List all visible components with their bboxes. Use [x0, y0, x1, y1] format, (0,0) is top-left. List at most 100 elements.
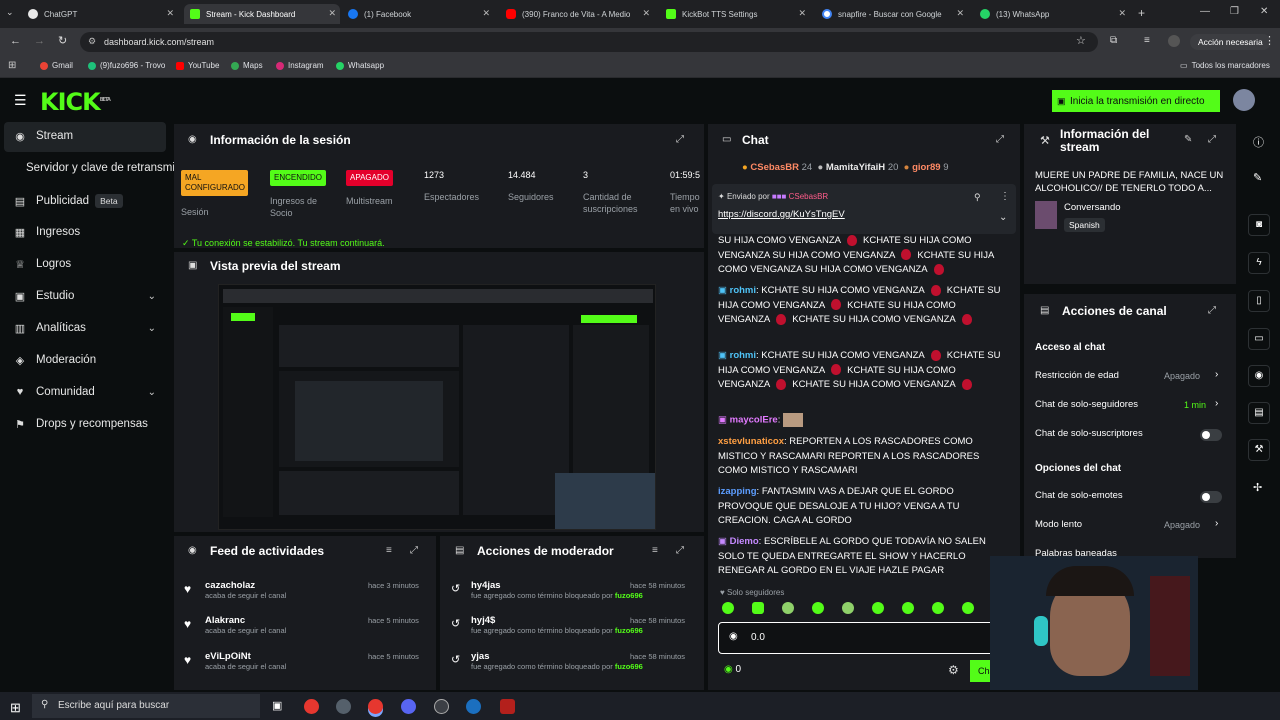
emote-icon[interactable]	[812, 602, 824, 614]
tab-kick-dashboard[interactable]: Stream - Kick Dashboard ✕	[184, 4, 340, 24]
chat-input[interactable]: ◉ 0.0	[718, 622, 994, 654]
puzzle-icon[interactable]: ✢	[1253, 481, 1262, 494]
expand-icon[interactable]: ⤢	[676, 134, 684, 145]
feed-user[interactable]: eViLpOiNt	[205, 651, 286, 662]
more-icon[interactable]: ⋮	[1000, 191, 1010, 202]
rail-wrench-icon[interactable]: ⚒	[1248, 439, 1270, 461]
obs-taskbar-icon[interactable]	[434, 699, 449, 714]
mod-user[interactable]: fuzo696	[615, 662, 643, 671]
setting-label[interactable]: Chat de solo-suscriptores	[1035, 428, 1143, 439]
feed-user[interactable]: Alakranc	[205, 615, 286, 626]
chat-username[interactable]: maycolEre	[730, 415, 778, 426]
action-needed-button[interactable]: Acción necesaria	[1190, 34, 1271, 50]
tab-kickbot[interactable]: KickBot TTS Settings ✕	[666, 4, 810, 24]
emotes-only-toggle[interactable]	[1200, 491, 1222, 503]
setting-label[interactable]: Chat de solo-seguidores	[1035, 399, 1138, 410]
tab-facebook[interactable]: (1) Facebook ✕	[348, 4, 494, 24]
close-icon[interactable]: ✕	[956, 8, 964, 19]
tab-whatsapp[interactable]: (13) WhatsApp ✕	[980, 4, 1130, 24]
setting-label[interactable]: Restricción de edad	[1035, 370, 1119, 381]
points-display[interactable]: ◉ 0	[724, 664, 741, 675]
task-view-icon[interactable]: ▣	[272, 699, 282, 712]
tab-youtube[interactable]: (390) Franco de Vita - A Medio ✕	[506, 4, 654, 24]
mod-user[interactable]: fuzo696	[615, 626, 643, 635]
emote-icon[interactable]	[722, 602, 734, 614]
tab-search-icon[interactable]: ⌄	[6, 7, 14, 18]
chrome-active-taskbar-icon[interactable]	[368, 699, 383, 714]
edit-icon[interactable]: ✎	[1184, 134, 1192, 145]
setting-label[interactable]: Chat de solo-emotes	[1035, 490, 1123, 501]
expand-icon[interactable]: ⤢	[1208, 134, 1216, 145]
rail-layers-icon[interactable]: ▤	[1248, 402, 1270, 424]
settings-gear-icon[interactable]: ⚙	[948, 663, 959, 677]
maximize-button[interactable]: ❐	[1230, 6, 1239, 17]
mod-user[interactable]: fuzo696	[615, 591, 643, 600]
pinned-link[interactable]: https://discord.gg/KuYsTngEV	[718, 209, 845, 220]
close-icon[interactable]: ✕	[328, 8, 336, 19]
bookmark-trovo[interactable]: (9)fuzo696 - Trovo	[88, 61, 165, 70]
gifter-name[interactable]: CSebasBR	[750, 162, 799, 173]
rail-bolt-icon[interactable]: ϟ	[1248, 252, 1270, 274]
sidebar-item-publicidad[interactable]: ▤ Publicidad Beta	[14, 194, 164, 208]
pencil-icon[interactable]: ✎	[1253, 171, 1262, 184]
site-info-icon[interactable]: ⚙	[88, 36, 96, 47]
close-icon[interactable]: ✕	[482, 8, 490, 19]
app-taskbar-icon[interactable]	[336, 699, 351, 714]
windows-start-icon[interactable]: ⊞	[10, 700, 21, 716]
profile-avatar[interactable]	[1168, 35, 1180, 47]
bookmark-gmail[interactable]: Gmail	[40, 61, 73, 70]
expand-icon[interactable]: ⤢	[1208, 305, 1216, 316]
emote-icon[interactable]	[872, 602, 884, 614]
bookmark-maps[interactable]: Maps	[231, 61, 263, 70]
chat-username[interactable]: rohmi	[730, 350, 756, 361]
all-bookmarks[interactable]: ▭ Todos los marcadores	[1180, 61, 1270, 70]
emote-icon[interactable]	[752, 602, 764, 614]
setting-label[interactable]: Modo lento	[1035, 519, 1082, 530]
emote-icon[interactable]	[842, 602, 854, 614]
chat-username[interactable]: rohmi	[730, 285, 756, 296]
emote-icon[interactable]	[902, 602, 914, 614]
sidebar-item-logros[interactable]: ♕ Logros	[14, 258, 164, 271]
extensions-icon[interactable]: ⧉	[1110, 35, 1117, 46]
bookmark-star-icon[interactable]: ☆	[1076, 34, 1086, 47]
reload-icon[interactable]: ↻	[58, 34, 67, 47]
stream-preview-video[interactable]	[218, 284, 656, 530]
sidebar-item-stream[interactable]: ◉ Stream	[14, 130, 164, 143]
tab-chatgpt[interactable]: ChatGPT ✕	[28, 4, 178, 24]
discord-taskbar-icon[interactable]	[401, 699, 416, 714]
chat-username[interactable]: izapping	[718, 486, 757, 497]
bookmark-instagram[interactable]: Instagram	[276, 61, 324, 70]
close-icon[interactable]: ✕	[798, 8, 806, 19]
pin-icon[interactable]: ⚲	[974, 192, 981, 203]
chat-username[interactable]: Diemo	[730, 536, 759, 547]
tab-google[interactable]: snapfire - Buscar con Google ✕	[822, 4, 968, 24]
game-taskbar-icon[interactable]	[500, 699, 515, 714]
go-live-button[interactable]: Inicia la transmisión en directo	[1052, 90, 1220, 112]
gifter-name[interactable]: MamitaYifaiH	[826, 162, 885, 173]
media-icon[interactable]: ≡	[1144, 35, 1150, 46]
rail-chat-icon[interactable]: ▭	[1248, 328, 1270, 350]
chevron-right-icon[interactable]: ›	[1215, 518, 1218, 529]
sidebar-item-analiticas[interactable]: ▥ Analíticas ⌄	[14, 322, 164, 335]
close-window-button[interactable]: ✕	[1260, 6, 1268, 17]
filter-icon[interactable]: ≡	[652, 545, 658, 556]
sidebar-item-comunidad[interactable]: ♥ Comunidad ⌄	[14, 386, 164, 398]
feed-user[interactable]: cazacholaz	[205, 580, 286, 591]
category-name[interactable]: Conversando	[1064, 202, 1121, 213]
emote-icon[interactable]	[782, 602, 794, 614]
category-thumbnail[interactable]	[1035, 201, 1057, 229]
chevron-down-icon[interactable]: ⌄	[999, 212, 1007, 223]
chevron-right-icon[interactable]: ›	[1215, 369, 1218, 380]
user-avatar[interactable]	[1233, 89, 1255, 111]
taskbar-search[interactable]: Escribe aquí para buscar	[32, 694, 260, 718]
pinned-user[interactable]: CSebasBR	[789, 192, 829, 201]
sidebar-item-server-key[interactable]: Servidor y clave de retransmisión	[26, 162, 176, 174]
emote-icon[interactable]	[932, 602, 944, 614]
forward-icon[interactable]: →	[34, 35, 45, 47]
minimize-button[interactable]: —	[1200, 6, 1210, 17]
url-input[interactable]: dashboard.kick.com/stream	[80, 32, 1098, 52]
rail-doc-icon[interactable]: ▯	[1248, 290, 1270, 312]
sidebar-item-moderacion[interactable]: ◈ Moderación	[14, 354, 164, 367]
bookmark-whatsapp[interactable]: Whatsapp	[336, 61, 384, 70]
chat-username[interactable]: xstevlunaticox	[718, 436, 784, 447]
